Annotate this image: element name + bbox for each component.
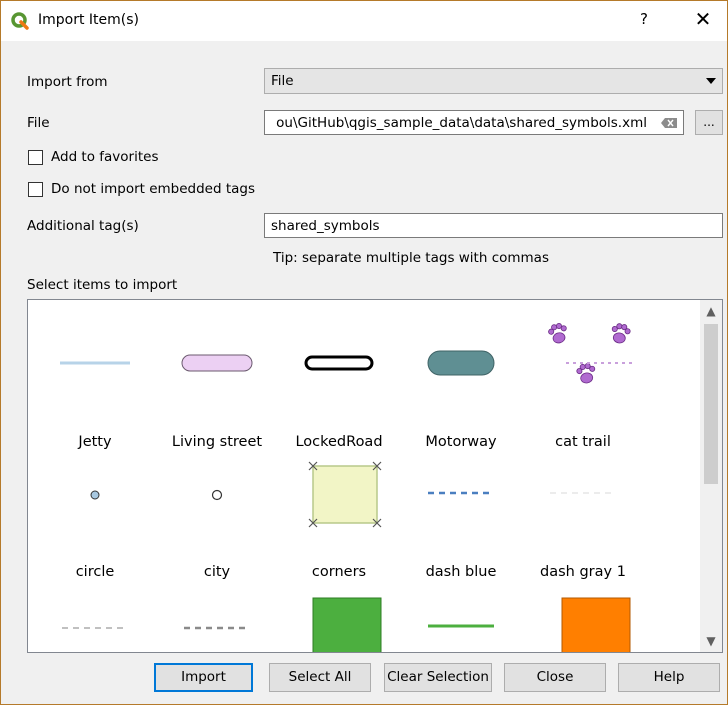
list-item[interactable] bbox=[522, 578, 644, 652]
add-to-favorites-label[interactable]: Add to favorites bbox=[51, 149, 158, 165]
file-path-value: ou\GitHub\qgis_sample_data\data\shared_s… bbox=[276, 115, 647, 131]
green-line-symbol-icon bbox=[428, 624, 494, 628]
list-item[interactable]: Motorway bbox=[400, 318, 522, 450]
list-item[interactable] bbox=[156, 578, 278, 652]
help-title-button[interactable]: ? bbox=[634, 10, 654, 28]
additional-tags-label: Additional tag(s) bbox=[27, 218, 139, 234]
locked-road-symbol-icon bbox=[304, 355, 374, 371]
motorway-symbol-icon bbox=[427, 350, 495, 376]
close-window-button[interactable]: ✕ bbox=[691, 7, 715, 31]
symbol-grid: Jetty Living street LockedRoad Motorway bbox=[28, 300, 700, 652]
chevron-down-icon bbox=[706, 78, 716, 84]
qgis-logo-icon bbox=[11, 12, 29, 30]
orange-fill-symbol-icon bbox=[561, 597, 631, 652]
select-all-button[interactable]: Select All bbox=[269, 663, 371, 692]
list-item[interactable]: cat trail bbox=[522, 318, 644, 450]
living-street-symbol-icon bbox=[181, 354, 253, 372]
do-not-import-embedded-tags-checkbox[interactable] bbox=[28, 182, 43, 197]
clear-text-icon[interactable] bbox=[661, 118, 677, 128]
jetty-symbol-icon bbox=[60, 361, 130, 365]
file-path-input[interactable]: ou\GitHub\qgis_sample_data\data\shared_s… bbox=[264, 110, 684, 135]
list-item[interactable]: dash blue bbox=[400, 448, 522, 580]
scroll-down-icon[interactable]: ▼ bbox=[700, 630, 722, 652]
list-item[interactable] bbox=[278, 578, 400, 652]
select-items-label: Select items to import bbox=[27, 277, 178, 293]
list-item[interactable]: LockedRoad bbox=[278, 318, 400, 450]
vertical-scrollbar[interactable]: ▲ ▼ bbox=[700, 300, 722, 652]
import-items-dialog: Import Item(s) ? ✕ Import from File File… bbox=[0, 0, 728, 705]
list-item[interactable] bbox=[34, 578, 156, 652]
city-symbol-icon bbox=[211, 489, 223, 501]
dash-gray-symbol-icon bbox=[184, 626, 250, 630]
list-item[interactable]: Jetty bbox=[34, 318, 156, 450]
import-from-select[interactable]: File bbox=[264, 68, 723, 94]
clear-selection-button[interactable]: Clear Selection bbox=[384, 663, 492, 692]
file-label: File bbox=[27, 115, 50, 131]
additional-tags-value: shared_symbols bbox=[271, 218, 380, 234]
corners-symbol-icon bbox=[308, 461, 382, 528]
help-button[interactable]: Help bbox=[618, 663, 720, 692]
list-item[interactable]: Living street bbox=[156, 318, 278, 450]
add-to-favorites-checkbox[interactable] bbox=[28, 150, 43, 165]
close-button[interactable]: Close bbox=[504, 663, 606, 692]
title-bar[interactable]: Import Item(s) ? ✕ bbox=[1, 1, 727, 41]
scroll-up-icon[interactable]: ▲ bbox=[700, 300, 722, 322]
dash-gray-1-symbol-icon bbox=[550, 492, 616, 494]
import-from-label: Import from bbox=[27, 74, 108, 90]
dash-gray-light-symbol-icon bbox=[62, 627, 128, 629]
additional-tags-input[interactable]: shared_symbols bbox=[264, 213, 723, 238]
list-item[interactable]: city bbox=[156, 448, 278, 580]
circle-symbol-icon bbox=[90, 490, 100, 500]
dash-blue-symbol-icon bbox=[428, 491, 494, 495]
list-item[interactable] bbox=[400, 578, 522, 652]
list-item[interactable]: corners bbox=[278, 448, 400, 580]
paw-print-icon bbox=[548, 322, 634, 384]
window-title: Import Item(s) bbox=[38, 12, 140, 28]
list-item[interactable]: dash gray 1 bbox=[522, 448, 644, 580]
tags-tip: Tip: separate multiple tags with commas bbox=[273, 250, 549, 266]
symbol-list[interactable]: Jetty Living street LockedRoad Motorway bbox=[27, 299, 723, 653]
green-fill-symbol-icon bbox=[312, 597, 382, 652]
do-not-import-embedded-tags-label[interactable]: Do not import embedded tags bbox=[51, 181, 255, 197]
browse-button[interactable]: ... bbox=[695, 110, 723, 135]
list-item[interactable]: circle bbox=[34, 448, 156, 580]
import-button[interactable]: Import bbox=[154, 663, 253, 692]
import-from-value: File bbox=[271, 73, 294, 89]
scrollbar-thumb[interactable] bbox=[704, 324, 718, 484]
